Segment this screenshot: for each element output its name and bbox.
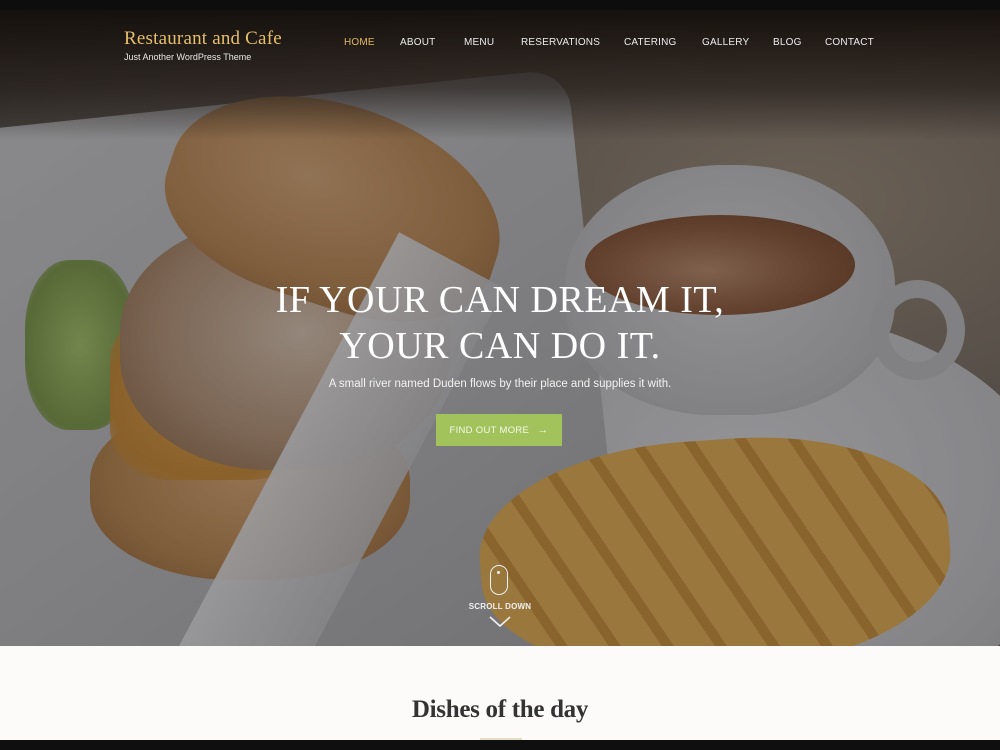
- dishes-section: Dishes of the day: [0, 646, 1000, 740]
- scroll-down-button[interactable]: SCROLL DOWN: [460, 565, 540, 635]
- nav-item-about[interactable]: ABOUT: [400, 37, 435, 48]
- arrow-right-icon: →: [537, 424, 549, 436]
- hero-title-line-2: YOUR CAN DO IT.: [339, 325, 661, 367]
- nav-item-menu[interactable]: MENU: [464, 37, 494, 48]
- section-title: Dishes of the day: [411, 696, 589, 723]
- find-out-more-label: FIND OUT MORE: [449, 424, 530, 436]
- hero-subtitle: A small river named Duden flows by their…: [328, 378, 672, 390]
- find-out-more-button[interactable]: FIND OUT MORE →: [436, 414, 562, 446]
- top-bar: [0, 0, 1000, 10]
- chevron-down-icon: [489, 616, 511, 628]
- bottom-strip: [0, 740, 1000, 750]
- nav-item-gallery[interactable]: GALLERY: [702, 37, 749, 48]
- nav-item-catering[interactable]: CATERING: [624, 37, 677, 48]
- scroll-down-label: SCROLL DOWN: [468, 602, 532, 611]
- site-tagline: Just Another WordPress Theme: [124, 52, 252, 62]
- nav-item-home[interactable]: HOME: [344, 37, 375, 48]
- site-header: Restaurant and Cafe Just Another WordPre…: [0, 10, 1000, 80]
- nav-item-contact[interactable]: CONTACT: [825, 37, 874, 48]
- nav-item-blog[interactable]: BLOG: [773, 37, 802, 48]
- mouse-icon: [490, 565, 508, 595]
- site-title[interactable]: Restaurant and Cafe: [124, 28, 282, 50]
- hero-title-line-1: IF YOUR CAN DREAM IT,: [275, 279, 725, 321]
- nav-item-reservations[interactable]: RESERVATIONS: [521, 37, 600, 48]
- hero-title: IF YOUR CAN DREAM IT, YOUR CAN DO IT.: [0, 277, 1000, 369]
- site-branding[interactable]: Restaurant and Cafe Just Another WordPre…: [124, 28, 282, 62]
